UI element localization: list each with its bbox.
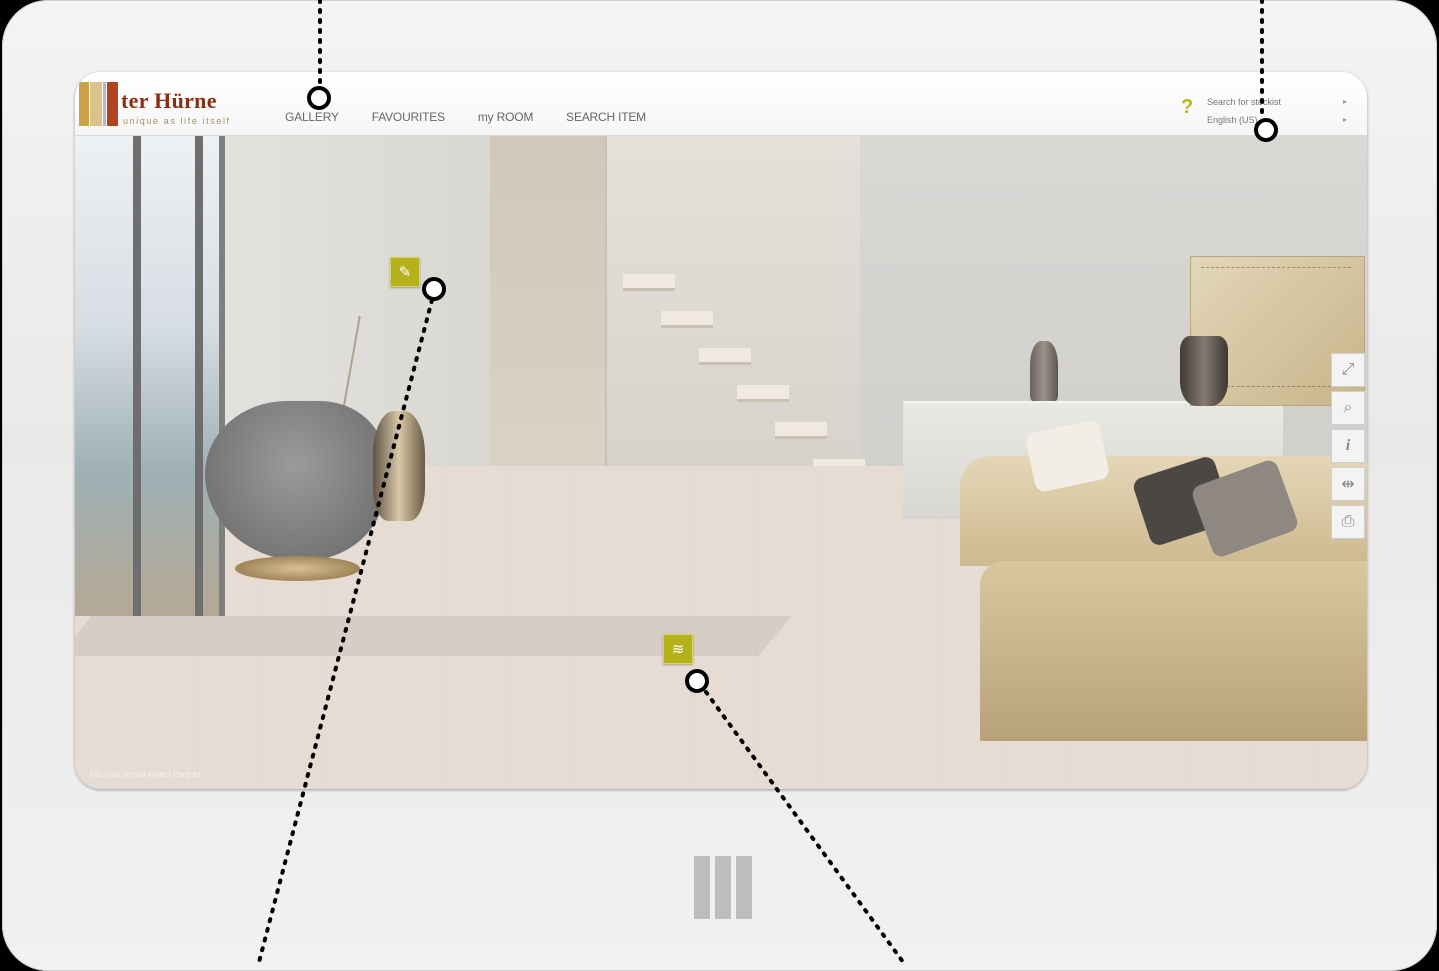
search-stockist-label: Search for stockist — [1207, 97, 1282, 107]
language-label: English (US) — [1207, 115, 1258, 125]
print-icon[interactable]: ⎙ — [1331, 505, 1365, 539]
room-visualizer[interactable]: A91 Oak crystal white | Parquet ⤢ ⌕ i ⇹ … — [75, 136, 1367, 789]
nav-item-favourites[interactable]: FAVOURITES — [372, 110, 445, 124]
callout-marker — [685, 669, 709, 693]
callout-marker — [422, 277, 446, 301]
callout-marker — [307, 86, 331, 110]
callout-marker — [1254, 118, 1278, 142]
fullscreen-icon[interactable]: ⤢ — [1331, 353, 1365, 387]
nav-item-gallery[interactable]: GALLERY — [285, 110, 339, 124]
tool-sidebar: ⤢ ⌕ i ⇹ ⎙ — [1331, 353, 1367, 543]
triangle-right-icon: ▸ — [1342, 97, 1347, 106]
decor-pot — [1180, 336, 1228, 406]
app-screen: ter Hürne unique as life itself GALLERY … — [75, 72, 1367, 789]
header-bar: ter Hürne unique as life itself GALLERY … — [75, 72, 1367, 136]
zoom-icon[interactable]: ⌕ — [1331, 391, 1365, 425]
brand-logo[interactable]: ter Hürne unique as life itself — [79, 80, 259, 128]
question-mark-icon[interactable]: ? — [1181, 96, 1193, 119]
window — [75, 136, 225, 616]
main-nav: GALLERY FAVOURITES my ROOM SEARCH ITEM — [285, 110, 646, 124]
logo-bars-icon — [79, 82, 119, 126]
vase — [373, 411, 425, 521]
nav-item-my-room[interactable]: my ROOM — [478, 110, 533, 124]
layers-icon[interactable]: ≋ — [663, 634, 693, 664]
buddha-statue — [1030, 341, 1058, 401]
home-bars-icon[interactable] — [694, 856, 752, 919]
triangle-right-icon: ▸ — [1342, 115, 1347, 124]
search-stockist-link[interactable]: Search for stockist ▸ — [1207, 97, 1347, 115]
nav-item-search-item[interactable]: SEARCH ITEM — [566, 110, 646, 124]
compare-icon[interactable]: ⇹ — [1331, 467, 1365, 501]
brand-tagline: unique as life itself — [123, 116, 231, 126]
tablet-frame: ter Hürne unique as life itself GALLERY … — [2, 0, 1437, 971]
info-icon[interactable]: i — [1331, 429, 1365, 463]
floor-caption: A91 Oak crystal white | Parquet — [89, 770, 201, 779]
brand-name: ter Hürne — [121, 88, 217, 113]
paintbrush-icon[interactable]: ✎ — [390, 257, 420, 287]
